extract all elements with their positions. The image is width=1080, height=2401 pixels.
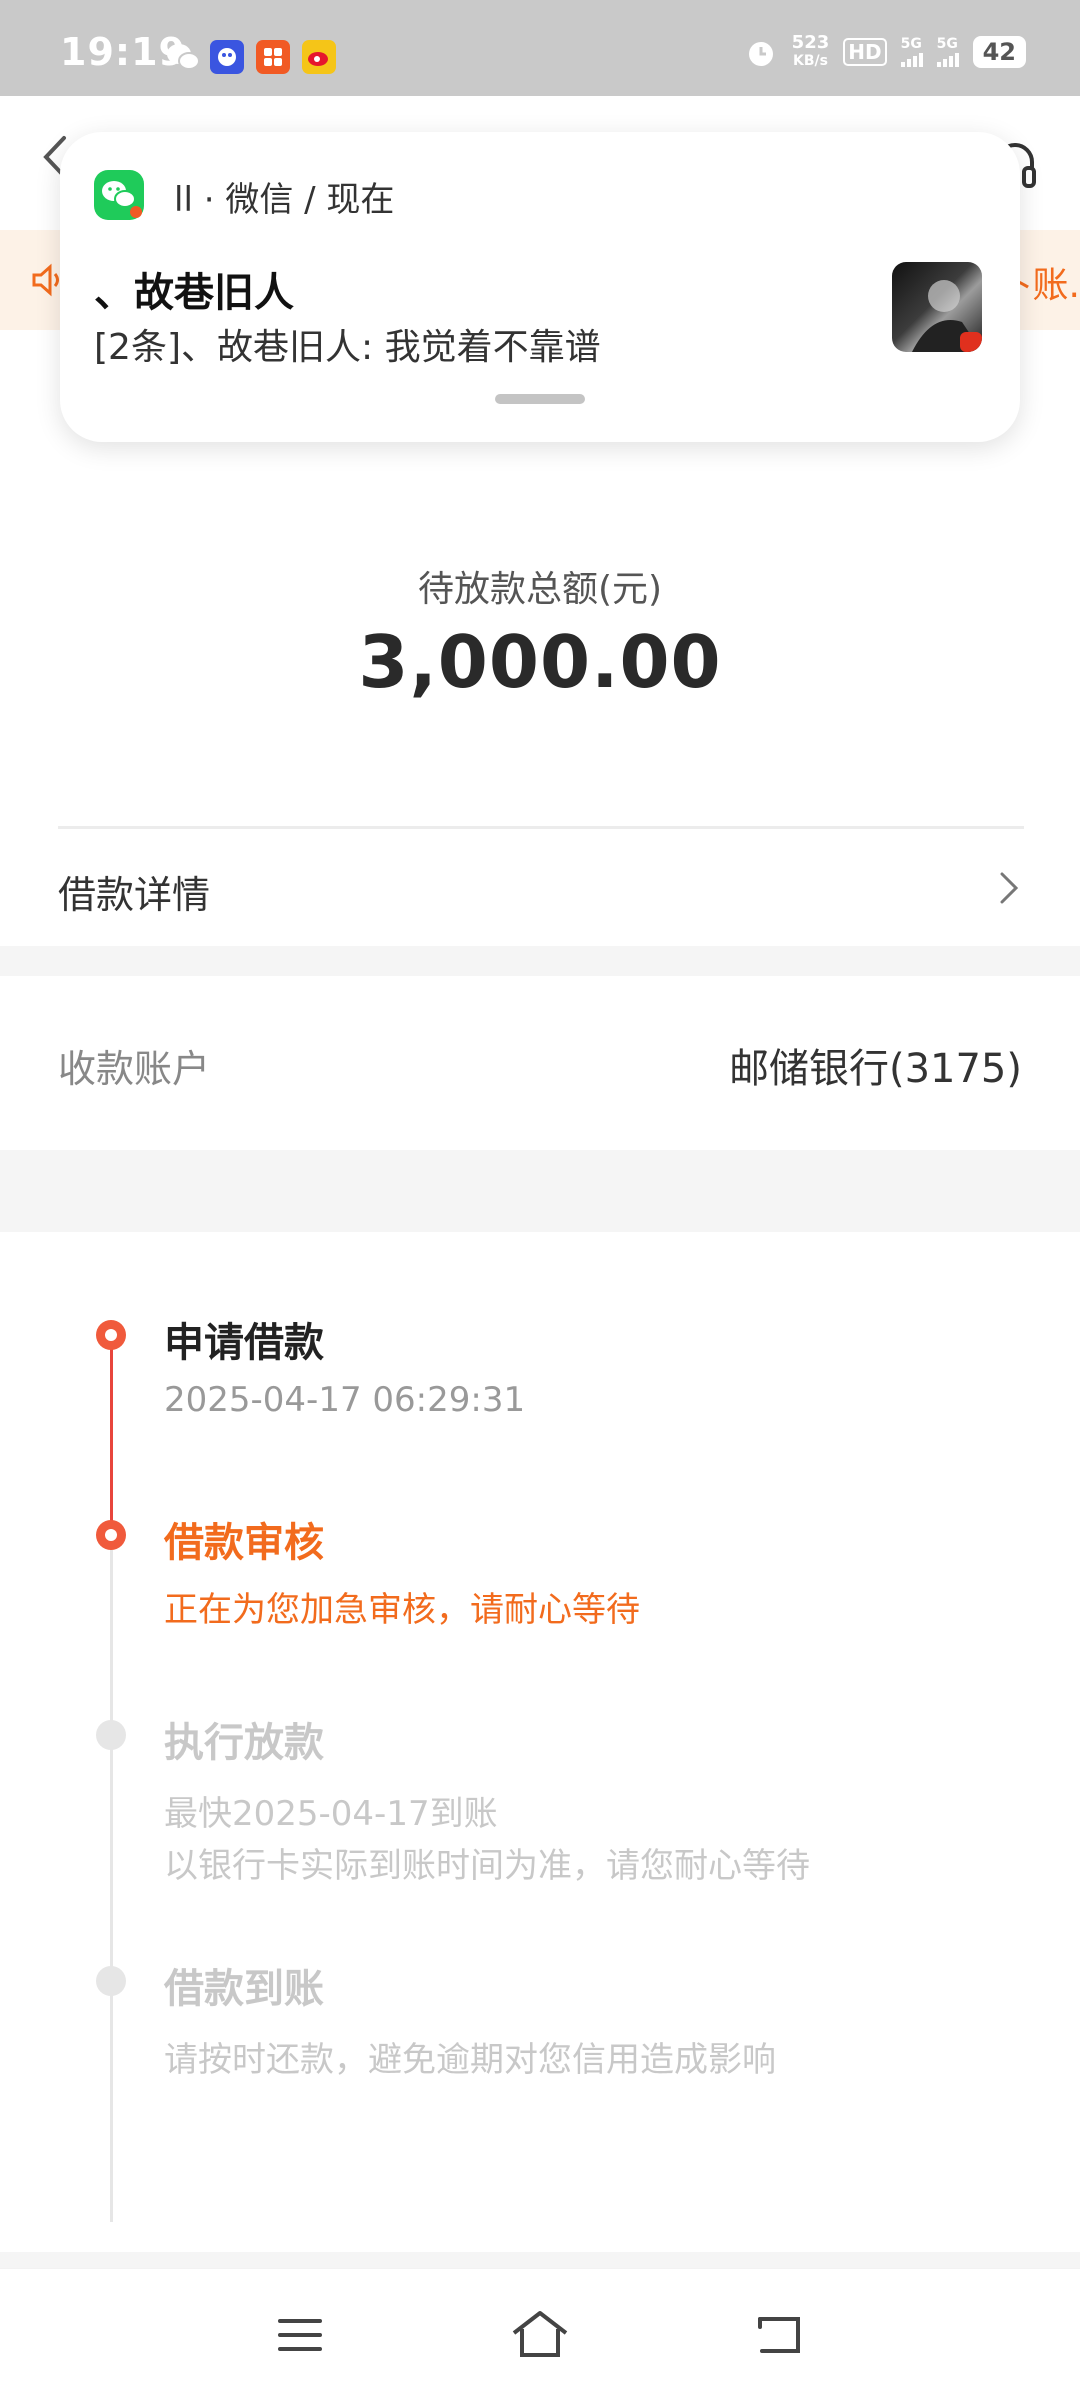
weibo-status-icon (302, 40, 336, 74)
step-title-arrive: 借款到账 (164, 1966, 324, 2012)
section-gap (0, 946, 1080, 976)
signal-sim2: 5G (936, 36, 959, 67)
status-bar: 19:19 523 KB/s HD 5G 5G 42 (0, 0, 1080, 96)
step-subtitle-disburse-line2: 以银行卡实际到账时间为准，请您耐心等待 (164, 1846, 810, 1886)
status-right-group: 523 KB/s HD 5G 5G 42 (744, 34, 1026, 70)
notification-drag-handle[interactable] (495, 394, 585, 404)
sim1-label: 5G (900, 36, 922, 52)
amount-label: 待放款总额(元) (417, 569, 663, 610)
step-subtitle-apply: 2025-04-17 06:29:31 (164, 1380, 526, 1420)
signal-sim1: 5G (900, 36, 923, 67)
sender-avatar (892, 262, 982, 352)
timeline-dot-review (96, 1520, 126, 1550)
account-label: 收款账户 (58, 1047, 211, 1091)
section-gap (0, 2252, 1080, 2268)
app-status-icon (256, 40, 290, 74)
notification-message: [2条]、故巷旧人: 我觉着不靠谱 (94, 327, 601, 368)
net-speed-value: 523 (791, 32, 830, 53)
account-value: 邮储银行(3175) (728, 1046, 1022, 1092)
notification-source: ll · 微信 / 现在 (174, 180, 395, 220)
timeline-line-pending (110, 1542, 113, 2222)
notification-title: 、故巷旧人 (94, 270, 294, 316)
chevron-right-icon (1000, 872, 1019, 904)
step-title-review: 借款审核 (164, 1520, 324, 1566)
timeline-dot-arrive (96, 1966, 126, 1996)
system-nav-bar (0, 2268, 1080, 2401)
alarm-icon (748, 42, 773, 66)
step-subtitle-review: 正在为您加急审核，请耐心等待 (164, 1590, 640, 1630)
loan-detail-row[interactable]: 借款详情 (0, 830, 1080, 946)
step-title-apply: 申请借款 (164, 1320, 324, 1366)
timeline-dot-apply (96, 1320, 126, 1350)
account-row: 收款账户 邮储银行(3175) (0, 976, 1080, 1150)
divider (58, 826, 1024, 829)
amount-value: 3,000.00 (358, 620, 722, 704)
timeline-line-done (110, 1342, 113, 1542)
section-gap (0, 1150, 1080, 1232)
loan-detail-label: 借款详情 (58, 873, 211, 917)
hd-indicator: HD (843, 38, 887, 66)
wechat-icon (94, 170, 144, 220)
net-speed-unit: KB/s (792, 53, 828, 69)
menu-icon[interactable] (276, 2315, 324, 2355)
step-subtitle-disburse-line1: 最快2025-04-17到账 (164, 1794, 498, 1834)
battery-level: 42 (972, 36, 1026, 68)
timeline-dot-disburse (96, 1720, 126, 1750)
sim2-label: 5G (936, 36, 958, 52)
wechat-status-icon (167, 44, 200, 70)
back-nav-icon[interactable] (754, 2311, 806, 2357)
progress-timeline: 申请借款 2025-04-17 06:29:31 借款审核 正在为您加急审核，请… (0, 1232, 1080, 2252)
home-icon[interactable] (510, 2309, 570, 2359)
step-subtitle-arrive: 请按时还款，避免逾期对您信用造成影响 (164, 2040, 776, 2080)
net-speed: 523 KB/s (792, 34, 830, 70)
qq-status-icon (210, 40, 244, 74)
wechat-notification[interactable]: ll · 微信 / 现在 、故巷旧人 [2条]、故巷旧人: 我觉着不靠谱 (60, 132, 1020, 442)
step-title-disburse: 执行放款 (164, 1720, 324, 1766)
